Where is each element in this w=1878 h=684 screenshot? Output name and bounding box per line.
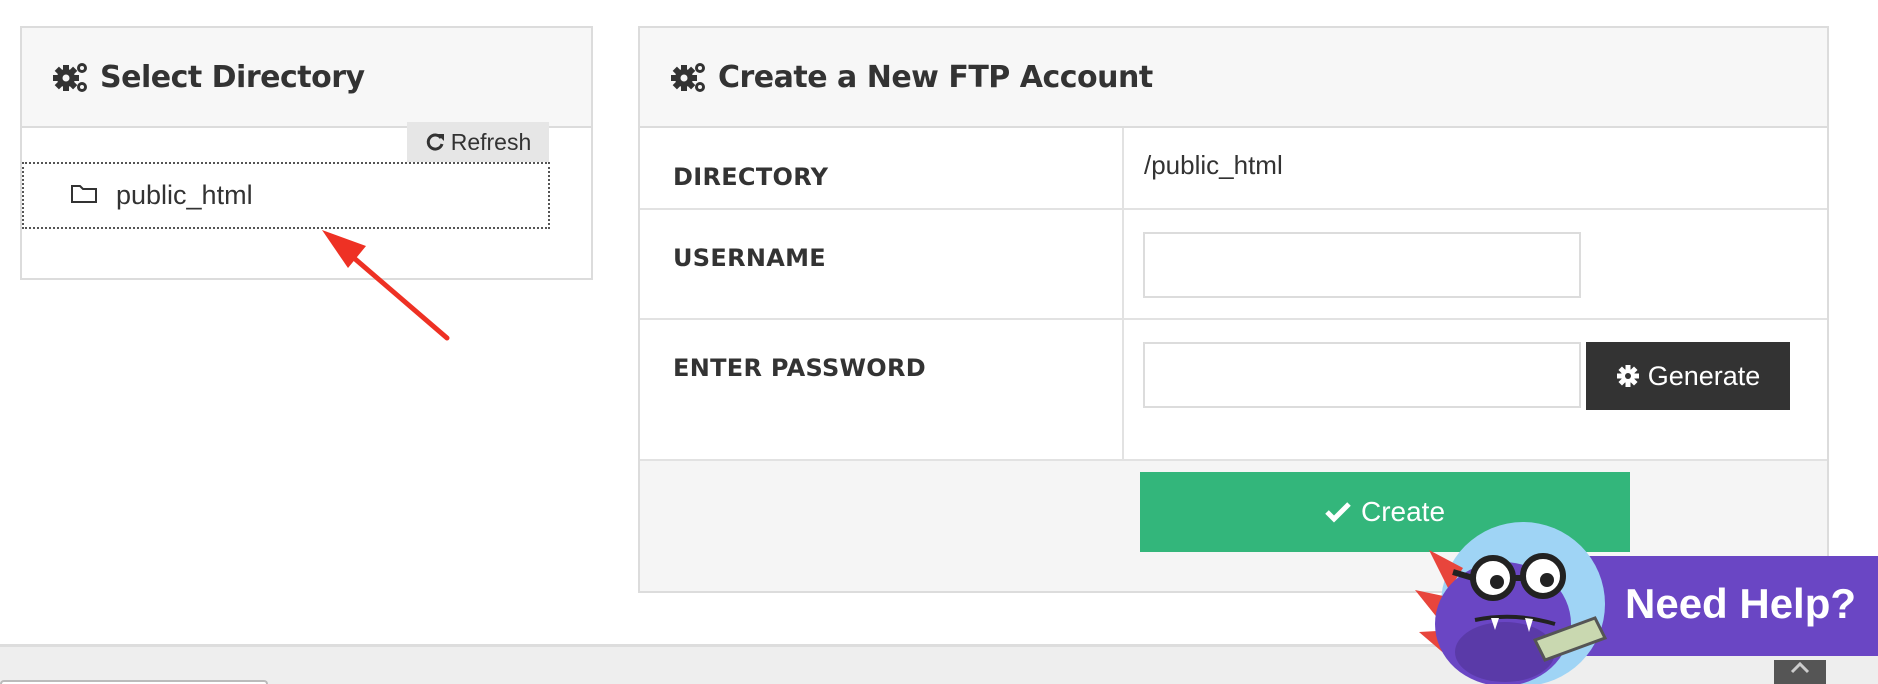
gears-icon bbox=[670, 60, 708, 94]
refresh-icon bbox=[426, 133, 444, 151]
gear-icon bbox=[1616, 365, 1639, 387]
directory-row: DIRECTORY /public_html bbox=[640, 128, 1827, 210]
folder-icon bbox=[70, 182, 98, 209]
directory-item-label: public_html bbox=[116, 180, 253, 210]
directory-label: DIRECTORY bbox=[673, 163, 829, 191]
create-ftp-header: Create a New FTP Account bbox=[640, 28, 1827, 128]
mascot-icon bbox=[1415, 522, 1608, 684]
directory-item-public-html[interactable]: public_html bbox=[22, 162, 550, 229]
help-widget[interactable]: Need Help? bbox=[1405, 520, 1878, 684]
password-input[interactable] bbox=[1143, 342, 1581, 408]
bottom-tab[interactable] bbox=[0, 680, 268, 684]
username-label: USERNAME bbox=[673, 244, 826, 272]
refresh-label: Refresh bbox=[450, 128, 532, 155]
select-directory-header: Select Directory bbox=[22, 28, 591, 128]
gears-icon bbox=[52, 60, 90, 94]
directory-value: /public_html bbox=[1144, 150, 1283, 180]
create-ftp-title: Create a New FTP Account bbox=[718, 59, 1153, 95]
help-label: Need Help? bbox=[1625, 580, 1857, 627]
username-row: USERNAME bbox=[640, 210, 1827, 320]
generate-label: Generate bbox=[1647, 360, 1761, 391]
refresh-button[interactable]: Refresh bbox=[407, 122, 549, 162]
password-label: ENTER PASSWORD bbox=[673, 354, 927, 382]
check-icon bbox=[1325, 502, 1351, 523]
username-input[interactable] bbox=[1143, 232, 1581, 298]
generate-button[interactable]: Generate bbox=[1586, 342, 1790, 410]
select-directory-title: Select Directory bbox=[100, 59, 365, 95]
